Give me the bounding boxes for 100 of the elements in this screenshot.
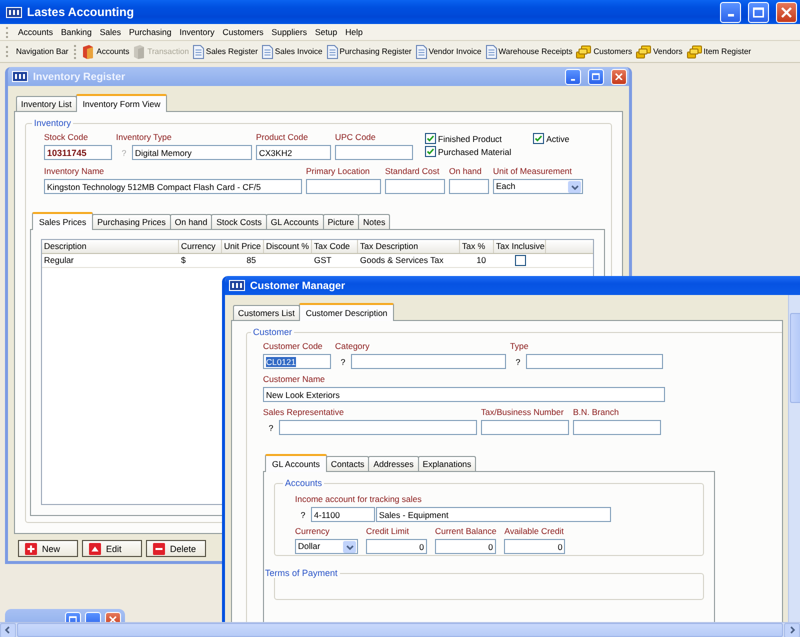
close-button[interactable]: [776, 2, 797, 22]
tab[interactable]: Stock Costs: [211, 214, 267, 229]
toolbar-button[interactable]: Item Register: [684, 44, 754, 58]
dropdown-field[interactable]: Dollar: [295, 539, 358, 554]
menu-item[interactable]: Inventory: [175, 27, 218, 37]
close-button[interactable]: [611, 68, 627, 84]
menu-item[interactable]: Customers: [218, 27, 268, 37]
lookup-mark[interactable]: ?: [263, 422, 279, 432]
maximize-icon: [753, 6, 764, 18]
tab[interactable]: Customer Description: [298, 303, 394, 321]
toolbar-button[interactable]: Warehouse Receipts: [484, 44, 574, 58]
text-field[interactable]: [351, 354, 506, 369]
tab[interactable]: Inventory Form View: [76, 94, 168, 112]
tab[interactable]: GL Accounts: [265, 454, 327, 472]
text-field[interactable]: [335, 145, 413, 160]
menu-item[interactable]: Purchasing: [124, 27, 176, 37]
text-field[interactable]: [385, 179, 445, 194]
text-field[interactable]: 10311745: [44, 145, 112, 160]
toolbar-button[interactable]: Vendors: [634, 44, 685, 58]
table-cell-text: Goods & Services Tax: [359, 254, 444, 267]
checkbox-label[interactable]: Active: [546, 134, 570, 144]
column-header[interactable]: Tax %: [460, 240, 494, 253]
lookup-mark[interactable]: ?: [510, 356, 526, 366]
action-button[interactable]: Delete: [146, 540, 206, 557]
field-label: Sales Representative: [263, 407, 345, 418]
checkbox[interactable]: [514, 255, 526, 266]
account-name-field[interactable]: Sales - Equipment: [376, 507, 611, 522]
text-field[interactable]: CX3KH2: [256, 145, 331, 160]
text-field[interactable]: 0: [435, 539, 496, 554]
field-label: Customer Code: [263, 341, 324, 352]
minimize-button[interactable]: [565, 68, 581, 84]
account-code-field[interactable]: 4-1100: [311, 507, 375, 522]
dropdown-field[interactable]: Each: [493, 179, 583, 194]
tab[interactable]: Contacts: [326, 456, 370, 471]
column-header[interactable]: Tax Code: [312, 240, 358, 253]
column-header[interactable]: Currency: [179, 240, 222, 253]
column-header[interactable]: Tax Description: [358, 240, 460, 253]
checkbox[interactable]: [425, 133, 436, 144]
field-label: UPC Code: [335, 132, 377, 143]
menu-item[interactable]: Accounts: [14, 27, 57, 37]
text-field[interactable]: [526, 354, 663, 369]
toolbar-button[interactable]: Purchasing Register: [324, 44, 414, 58]
menu-item[interactable]: Suppliers: [268, 27, 311, 37]
field-label: Inventory Name: [44, 166, 105, 177]
text-field[interactable]: Digital Memory: [132, 145, 252, 160]
tab[interactable]: On hand: [170, 214, 212, 229]
text-field[interactable]: CL0121: [263, 354, 331, 369]
document-icon: [192, 44, 204, 58]
menu-item[interactable]: Sales: [96, 27, 125, 37]
minimize-icon: [728, 14, 734, 16]
tab[interactable]: Sales Prices: [32, 212, 94, 230]
toolbar-button[interactable]: Customers: [574, 44, 634, 58]
menu-item[interactable]: Setup: [310, 27, 342, 37]
tab[interactable]: Inventory List: [16, 96, 77, 111]
maximize-button[interactable]: [748, 2, 769, 22]
toolbar-button[interactable]: Accounts: [80, 44, 132, 58]
menu-item[interactable]: Banking: [56, 27, 96, 37]
column-header[interactable]: Description: [42, 240, 179, 253]
tab[interactable]: Notes: [358, 214, 390, 229]
checkbox[interactable]: [425, 146, 436, 157]
checkbox-label[interactable]: Purchased Material: [438, 146, 512, 156]
tab[interactable]: Purchasing Prices: [92, 214, 171, 229]
field-label: Income account for tracking sales: [295, 494, 423, 505]
column-header[interactable]: Tax Inclusive: [494, 240, 546, 253]
column-header[interactable]: Discount %: [264, 240, 312, 253]
column-header[interactable]: Unit Price: [222, 240, 264, 253]
text-field[interactable]: 0: [504, 539, 566, 554]
window-title: Inventory Register: [33, 70, 126, 82]
text-field[interactable]: 0: [366, 539, 427, 554]
text-field[interactable]: [573, 420, 661, 435]
text-field[interactable]: New Look Exteriors: [263, 387, 665, 402]
checkbox[interactable]: [533, 133, 544, 144]
toolbar-button[interactable]: Vendor Invoice: [414, 44, 484, 58]
document-icon: [326, 44, 338, 58]
tab[interactable]: Explanations: [418, 456, 476, 471]
menu-item[interactable]: Help: [341, 27, 367, 37]
tab[interactable]: Addresses: [368, 456, 419, 471]
text-field[interactable]: [306, 179, 381, 194]
lookup-mark[interactable]: ?: [335, 356, 351, 366]
document-icon: [262, 44, 273, 58]
tab[interactable]: GL Accounts: [266, 214, 324, 229]
text-field[interactable]: [449, 179, 489, 194]
maximize-button[interactable]: [588, 68, 604, 84]
minimize-button[interactable]: [720, 2, 741, 22]
horizontal-scrollbar[interactable]: [0, 622, 800, 637]
text-field[interactable]: Kingston Technology 512MB Compact Flash Card - CF/5: [44, 179, 302, 194]
table-cell-text: $: [180, 254, 187, 267]
tab[interactable]: Customers List: [233, 305, 300, 320]
toolbar-button[interactable]: Sales Invoice: [260, 44, 325, 58]
field-label: Tax/Business Number: [481, 407, 565, 418]
lookup-mark[interactable]: ?: [295, 510, 311, 520]
group-title: Accounts: [284, 478, 324, 488]
field-label: Category: [335, 341, 370, 352]
action-button[interactable]: New: [18, 540, 78, 557]
action-button[interactable]: Edit: [82, 540, 142, 557]
checkbox-label[interactable]: Finished Product: [438, 134, 502, 144]
text-field[interactable]: [279, 420, 477, 435]
toolbar-button[interactable]: Sales Register: [190, 44, 260, 58]
tab[interactable]: Picture: [322, 214, 360, 229]
text-field[interactable]: [481, 420, 569, 435]
